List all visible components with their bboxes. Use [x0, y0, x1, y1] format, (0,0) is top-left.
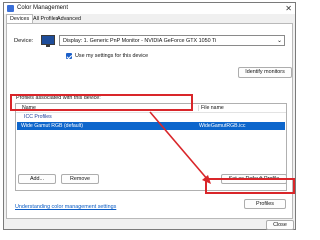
use-settings-checkbox[interactable]: [66, 53, 72, 59]
monitor-icon: [41, 35, 55, 45]
help-link[interactable]: Understanding color management settings: [15, 204, 116, 210]
chevron-down-icon: ⌄: [276, 38, 282, 44]
add-button[interactable]: Add...: [18, 174, 56, 184]
remove-button[interactable]: Remove: [61, 174, 99, 184]
profile-file: WideGamutRGB.icc: [199, 123, 246, 129]
use-settings-label[interactable]: Use my settings for this device: [75, 53, 148, 59]
device-dropdown-value: Display: 1. Generic PnP Monitor - NVIDIA…: [63, 38, 217, 44]
column-file-header[interactable]: File name: [198, 105, 224, 111]
profile-row-selected[interactable]: Wide Gamut RGB (default) WideGamutRGB.ic…: [17, 122, 285, 130]
identify-monitors-button[interactable]: Identify monitors: [238, 67, 292, 78]
color-management-icon: [7, 5, 14, 12]
window-title: Color Management: [17, 5, 69, 11]
color-management-window: Color Management ✕ Devices All Profiles …: [3, 2, 296, 230]
close-icon[interactable]: ✕: [285, 3, 292, 14]
profiles-button[interactable]: Profiles: [244, 199, 286, 209]
close-button[interactable]: Close: [266, 220, 294, 230]
device-dropdown[interactable]: Display: 1. Generic PnP Monitor - NVIDIA…: [59, 35, 285, 46]
icc-profiles-group: ICC Profiles: [24, 114, 52, 120]
highlight-selected-profile: [10, 94, 193, 111]
title-bar: Color Management ✕: [4, 3, 295, 14]
device-label: Device:: [14, 38, 34, 44]
profile-name: Wide Gamut RGB (default): [21, 123, 83, 129]
highlight-default-button: [205, 178, 295, 194]
monitor-stand-icon: [46, 45, 50, 47]
